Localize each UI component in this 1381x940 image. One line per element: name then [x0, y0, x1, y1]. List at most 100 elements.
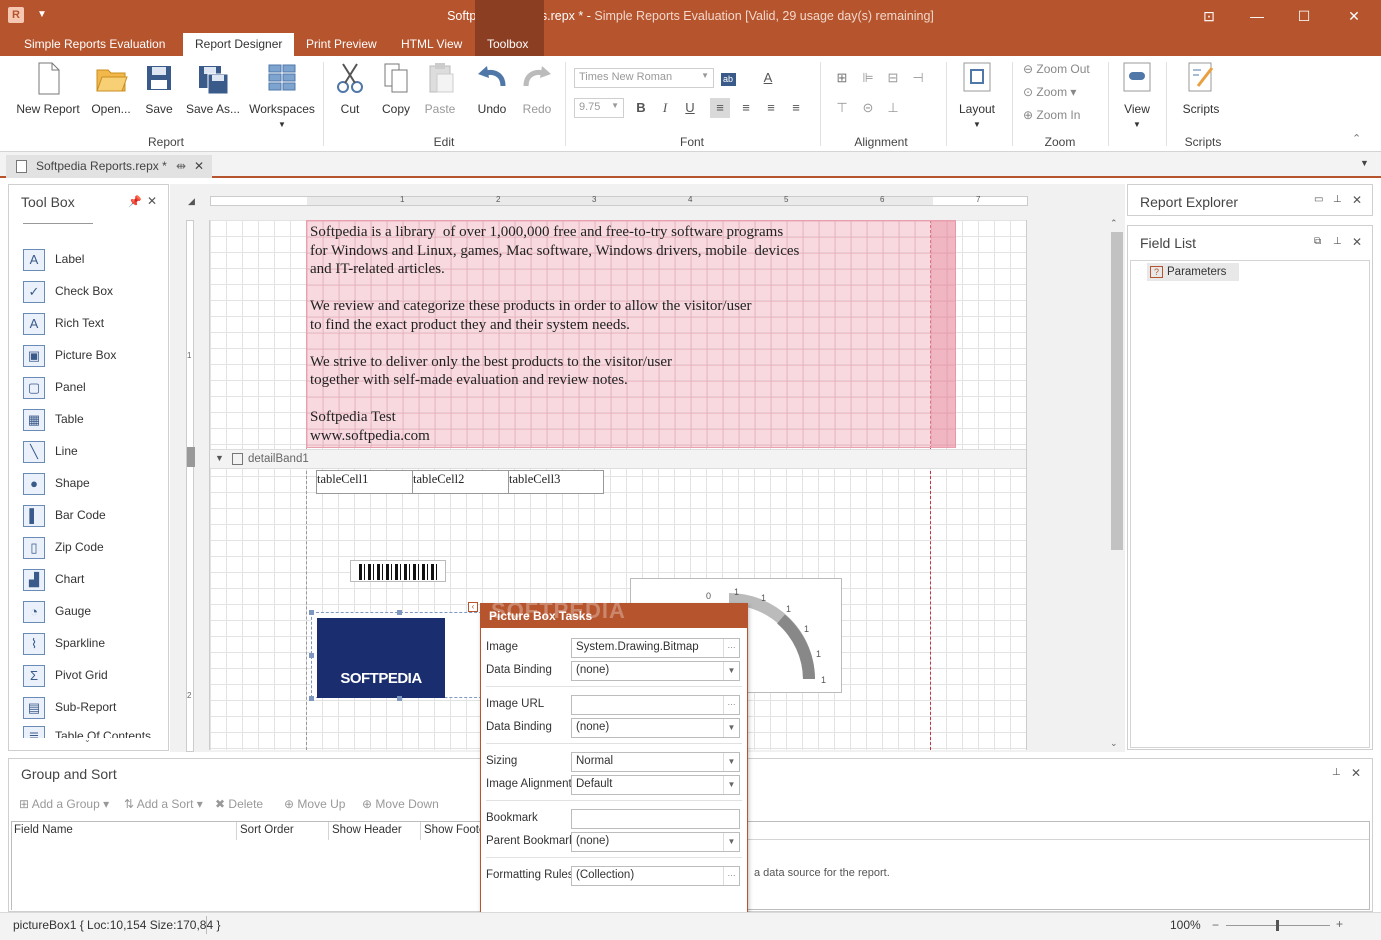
move-up-button[interactable]: ⊕ Move Up [284, 797, 345, 811]
align-bottoms-icon[interactable]: ⊥ [883, 98, 903, 118]
toolbox-item-bar-code[interactable]: ▌ Bar Code [23, 502, 106, 528]
pin-icon[interactable]: ⊥ [1333, 194, 1342, 205]
collapse-ribbon-icon[interactable]: ⌃ [1352, 132, 1361, 145]
zoom-out-icon[interactable]: − [1212, 918, 1219, 932]
task-field-image-alignment[interactable]: Default ▼ [571, 775, 740, 795]
zoom-out-button[interactable]: ⊖ Zoom Out [1023, 62, 1090, 76]
align-left-icon[interactable]: ≡ [710, 98, 730, 118]
float-panel-icon[interactable]: ⧉ [1314, 236, 1321, 247]
task-field-sizing[interactable]: Normal ▼ [571, 752, 740, 772]
font-size-select[interactable]: 9.75 ▼ [574, 98, 624, 118]
task-field-parent-bookmark[interactable]: (none) ▼ [571, 832, 740, 852]
toolbox-item-shape[interactable]: ● Shape [23, 470, 90, 496]
align-center-icon[interactable]: ≡ [736, 98, 756, 118]
picture-box[interactable]: SOFTPEDIA [309, 610, 487, 701]
scripts-button[interactable]: Scripts [1178, 60, 1224, 116]
close-button[interactable]: ✕ [1340, 6, 1368, 26]
maximize-button[interactable]: ☐ [1290, 6, 1318, 26]
layout-button[interactable]: Layout ▼ [955, 60, 999, 130]
minimize-button[interactable]: — [1243, 6, 1271, 26]
zoom-button[interactable]: ⊙ Zoom ▾ [1023, 85, 1076, 99]
toolbox-item-sparkline[interactable]: ⌇ Sparkline [23, 630, 105, 656]
vertical-scrollbar[interactable]: ⌃ ⌄ [1110, 218, 1124, 752]
highlight-icon[interactable]: ab [718, 68, 738, 88]
toolbox-item-check-box[interactable]: ✓ Check Box [23, 278, 113, 304]
align-centers-icon[interactable]: ⊟ [883, 68, 903, 88]
delete-button[interactable]: ✖ Delete [215, 797, 263, 811]
font-family-select[interactable]: Times New Roman ▼ [574, 68, 714, 88]
copy-button[interactable]: Copy [377, 60, 415, 116]
close-panel-icon[interactable]: ✕ [1352, 193, 1362, 207]
close-panel-icon[interactable]: ✕ [147, 194, 157, 208]
align-rights-icon[interactable]: ⊣ [908, 68, 928, 88]
move-down-button[interactable]: ⊕ Move Down [362, 797, 439, 811]
toolbox-item-pivot-grid[interactable]: Σ Pivot Grid [23, 662, 108, 688]
toolbox-item-panel[interactable]: ▢ Panel [23, 374, 86, 400]
tree-item-parameters[interactable]: ? Parameters [1147, 263, 1239, 281]
column-header-sort-order[interactable]: Sort Order [237, 822, 329, 840]
document-tab[interactable]: Softpedia Reports.repx * ⇹ ✕ [6, 155, 212, 178]
scroll-down-icon[interactable]: ⌄ [84, 735, 91, 744]
align-lefts-icon[interactable]: ⊫ [858, 68, 878, 88]
align-right-icon[interactable]: ≡ [761, 98, 781, 118]
maximize-panel-icon[interactable]: ▭ [1314, 194, 1323, 205]
task-field-bookmark[interactable] [571, 809, 740, 829]
undo-button[interactable]: Undo [473, 60, 511, 116]
zoom-in-icon[interactable]: + [1336, 917, 1343, 931]
column-header-show-header[interactable]: Show Header [329, 822, 421, 840]
tab-simple-reports[interactable]: Simple Reports Evaluation [12, 33, 177, 56]
align-tops-icon[interactable]: ⊤ [832, 98, 852, 118]
italic-button[interactable]: I [655, 98, 675, 118]
smart-tag-icon[interactable]: ‹ [468, 602, 478, 612]
save-button[interactable]: Save [140, 60, 178, 116]
pin-icon[interactable]: ⇹ [176, 155, 186, 178]
new-report-button[interactable]: New Report [13, 60, 83, 116]
toolbox-item-rich-text[interactable]: A Rich Text [23, 310, 104, 336]
toolbox-item-label[interactable]: A Label [23, 246, 84, 272]
tab-toolbox[interactable]: Toolbox [475, 0, 544, 56]
align-to-grid-icon[interactable]: ⊞ [832, 68, 852, 88]
task-field-image-url[interactable]: ··· [571, 695, 740, 715]
tab-report-designer[interactable]: Report Designer [183, 33, 295, 56]
table-cell-3[interactable]: tableCell3 [508, 470, 604, 494]
pin-icon[interactable]: 📌 [128, 195, 142, 208]
close-panel-icon[interactable]: ✕ [1352, 235, 1362, 249]
save-as-button[interactable]: Save As... [184, 60, 242, 116]
column-header-field-name[interactable]: Field Name [11, 822, 237, 840]
open-button[interactable]: Open... [88, 60, 134, 116]
justify-icon[interactable]: ≡ [786, 98, 806, 118]
expand-icon[interactable]: ◢ [188, 196, 195, 207]
workspaces-button[interactable]: Workspaces ▼ [247, 60, 317, 130]
toolbox-item-picture-box[interactable]: ▣ Picture Box [23, 342, 116, 368]
tab-print-preview[interactable]: Print Preview [294, 33, 389, 56]
table-cell-2[interactable]: tableCell2 [412, 470, 509, 494]
close-tab-icon[interactable]: ✕ [194, 155, 204, 178]
toolbox-item-table[interactable]: ▦ Table [23, 406, 84, 432]
toolbox-item-line[interactable]: ╲ Line [23, 438, 78, 464]
paste-button[interactable]: Paste [421, 60, 459, 116]
add-group-button[interactable]: ⊞ Add a Group ▾ [19, 797, 109, 811]
toolbox-item-gauge[interactable]: ◔ Gauge [23, 598, 91, 624]
restore-ribbon-icon[interactable]: ⊡ [1195, 6, 1223, 26]
close-panel-icon[interactable]: ✕ [1351, 766, 1361, 780]
toolbox-item-zip-code[interactable]: ▯ Zip Code [23, 534, 104, 560]
column-header-show-footer[interactable]: Show Footer [421, 822, 481, 840]
font-color-icon[interactable]: A [758, 68, 778, 88]
zoom-slider-thumb[interactable] [1276, 920, 1279, 931]
tab-html-view[interactable]: HTML View [389, 33, 474, 56]
pointer-tool-icon[interactable] [23, 223, 93, 233]
view-button[interactable]: View ▼ [1118, 60, 1156, 130]
add-sort-button[interactable]: ⇅ Add a Sort ▾ [124, 797, 203, 811]
toolbox-item-sub-report[interactable]: ▤ Sub-Report [23, 694, 116, 720]
zoom-in-button[interactable]: ⊕ Zoom In [1023, 108, 1080, 122]
detail-band-header[interactable]: ▼ detailBand1 [210, 449, 1026, 469]
task-field-formatting-rules[interactable]: (Collection) ··· [571, 866, 740, 886]
bold-button[interactable]: B [631, 98, 651, 118]
barcode[interactable] [350, 560, 446, 582]
pin-icon[interactable]: ⊥ [1332, 767, 1341, 778]
tab-list-dropdown-icon[interactable]: ▼ [1360, 158, 1369, 168]
pin-icon[interactable]: ⊥ [1333, 236, 1342, 247]
cut-button[interactable]: Cut [332, 60, 368, 116]
toolbox-item-chart[interactable]: ▟ Chart [23, 566, 84, 592]
redo-button[interactable]: Redo [518, 60, 556, 116]
